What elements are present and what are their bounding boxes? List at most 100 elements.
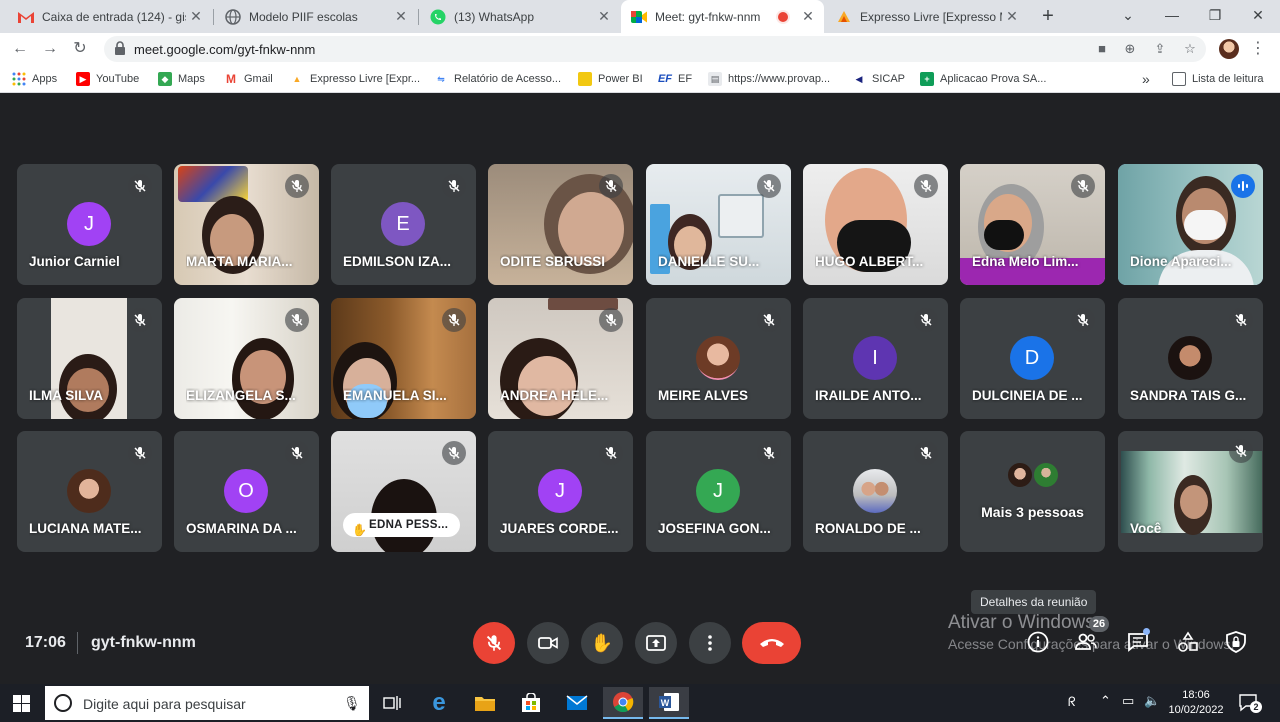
camera-toggle-button[interactable] — [527, 622, 569, 664]
zoom-icon[interactable]: ⊕ — [1120, 40, 1140, 58]
camera-icon[interactable]: ■ — [1092, 40, 1112, 58]
microphone-icon[interactable]: 🎙 — [343, 695, 361, 712]
bookmark-expresso[interactable]: ▲ Expresso Livre [Expr... — [290, 70, 421, 88]
close-icon[interactable]: ✕ — [1002, 8, 1022, 25]
mail-taskbar-button[interactable] — [557, 687, 597, 719]
tab-gmail[interactable]: Caixa de entrada (124) - gise ✕ — [8, 0, 212, 33]
participant-tile[interactable]: J Junior Carniel — [17, 164, 162, 285]
bookmark-aplicacao[interactable]: + Aplicacao Prova SA... — [920, 70, 1046, 88]
host-controls-button[interactable] — [1224, 630, 1248, 654]
reading-list-button[interactable]: Lista de leitura — [1172, 70, 1264, 88]
activities-button[interactable] — [1176, 630, 1200, 654]
back-arrow-icon[interactable]: ← — [8, 37, 32, 61]
avatar — [1168, 336, 1212, 380]
participant-tile[interactable]: RONALDO DE ... — [803, 431, 948, 552]
close-icon[interactable]: ✕ — [391, 8, 411, 25]
volume-icon[interactable]: 🔈 — [1144, 693, 1160, 709]
file-explorer-taskbar-button[interactable] — [465, 687, 505, 719]
windows-start-icon[interactable] — [13, 695, 30, 712]
tab-meet[interactable]: Meet: gyt-fnkw-nnm ✕ — [621, 0, 824, 33]
participant-tile[interactable]: O OSMARINA DA ... — [174, 431, 319, 552]
tab-title: (13) WhatsApp — [454, 9, 535, 24]
tab-modelo[interactable]: Modelo PIIF escolas ✕ — [215, 0, 417, 33]
participant-name: Junior Carniel — [29, 254, 120, 269]
participant-tile[interactable]: DANIELLE SU... — [646, 164, 791, 285]
reload-icon[interactable]: ↻ — [68, 37, 92, 61]
bookmark-relatorio[interactable]: ⇋ Relatório de Acesso... — [434, 70, 561, 88]
address-bar[interactable]: meet.google.com/gyt-fnkw-nnm ■ ⊕ ⇪ ☆ — [104, 36, 1206, 62]
tab-search-icon[interactable]: ⌄ — [1106, 0, 1150, 33]
tab-whatsapp[interactable]: (13) WhatsApp ✕ — [420, 0, 620, 33]
participant-tile[interactable]: HUGO ALBERT... — [803, 164, 948, 285]
participant-tile[interactable]: E EDMILSON IZA... — [331, 164, 476, 285]
participant-tile-speaking[interactable]: Dione Apareci... — [1118, 164, 1263, 285]
window-close-button[interactable]: ✕ — [1236, 0, 1280, 33]
shield-lock-icon — [1226, 631, 1246, 653]
more-bookmarks-button[interactable]: » — [1142, 70, 1150, 88]
people-tray-icon[interactable]: ᖇ — [1068, 694, 1076, 710]
more-people-tile[interactable]: Mais 3 pessoas — [960, 431, 1105, 552]
more-options-button[interactable] — [689, 622, 731, 664]
minimize-button[interactable]: — — [1150, 0, 1194, 33]
word-taskbar-button[interactable]: W — [649, 687, 689, 719]
mic-toggle-button[interactable] — [473, 622, 515, 664]
participant-tile[interactable]: ILMA SILVA — [17, 298, 162, 419]
maximize-button[interactable]: ❐ — [1193, 0, 1237, 33]
new-tab-button[interactable]: + — [1036, 4, 1060, 28]
self-tile[interactable]: Você — [1118, 431, 1263, 552]
participant-tile[interactable]: D DULCINEIA DE ... — [960, 298, 1105, 419]
participant-tile[interactable]: EMANUELA SI... — [331, 298, 476, 419]
bookmark-apps[interactable]: Apps — [12, 70, 57, 88]
bookmark-label: Power BI — [598, 73, 643, 85]
participant-tile[interactable]: I IRAILDE ANTO... — [803, 298, 948, 419]
participant-tile[interactable]: Edna Melo Lim... — [960, 164, 1105, 285]
participant-tile[interactable]: ODITE SBRUSSI — [488, 164, 633, 285]
taskbar-clock[interactable]: 18:06 10/02/2022 — [1168, 688, 1224, 718]
end-call-button[interactable] — [742, 622, 801, 664]
participant-tile[interactable]: J JOSEFINA GON... — [646, 431, 791, 552]
people-button[interactable] — [1074, 630, 1098, 654]
share-icon[interactable]: ⇪ — [1150, 40, 1170, 58]
people-icon — [1075, 633, 1097, 650]
bookmark-powerbi[interactable]: Power BI — [578, 70, 643, 88]
tab-expresso[interactable]: Expresso Livre [Expresso Mai ✕ — [826, 0, 1028, 33]
edge-taskbar-button[interactable]: e — [419, 687, 459, 719]
windows-search-box[interactable]: Digite aqui para pesquisar 🎙 — [45, 686, 369, 720]
bookmark-provap[interactable]: ▤ https://www.provap... — [708, 70, 830, 88]
chevron-up-icon[interactable]: ⌃ — [1100, 693, 1111, 709]
browser-menu-icon[interactable]: ⋮ — [1250, 37, 1266, 61]
sheets-icon: + — [920, 72, 934, 86]
bookmark-maps[interactable]: ◆ Maps — [158, 70, 205, 88]
network-icon[interactable]: ▭ — [1122, 693, 1134, 709]
store-taskbar-button[interactable] — [511, 687, 551, 719]
participant-tile[interactable]: LUCIANA MATE... — [17, 431, 162, 552]
bookmark-gmail[interactable]: M Gmail — [224, 70, 273, 88]
task-view-button[interactable] — [372, 687, 412, 719]
present-screen-button[interactable] — [635, 622, 677, 664]
avatar: I — [853, 336, 897, 380]
meeting-details-button[interactable] — [1026, 630, 1050, 654]
participant-tile[interactable]: ELIZANGELA S... — [174, 298, 319, 419]
bookmark-star-icon[interactable]: ☆ — [1180, 40, 1200, 58]
avatar — [67, 469, 111, 513]
raise-hand-button[interactable]: ✋ — [581, 622, 623, 664]
close-icon[interactable]: ✕ — [594, 8, 614, 25]
participant-tile[interactable]: ANDREA HELE... — [488, 298, 633, 419]
bookmark-ef[interactable]: EF EF — [658, 70, 692, 88]
close-icon[interactable]: ✕ — [798, 8, 818, 25]
notification-center-button[interactable]: 2 — [1238, 693, 1262, 713]
participant-tile[interactable]: MEIRE ALVES — [646, 298, 791, 419]
mail-icon — [566, 695, 588, 710]
raised-hand-icon: ✋ — [352, 523, 368, 537]
participant-tile[interactable]: ✋ EDNA PESS... — [331, 431, 476, 552]
close-icon[interactable]: ✕ — [186, 8, 206, 25]
participant-tile[interactable]: MARTA MARIA... — [174, 164, 319, 285]
chrome-taskbar-button[interactable] — [603, 687, 643, 719]
forward-arrow-icon[interactable]: → — [38, 37, 62, 61]
participant-tile[interactable]: SANDRA TAIS G... — [1118, 298, 1263, 419]
participant-tile[interactable]: J JUARES CORDE... — [488, 431, 633, 552]
participant-name: MEIRE ALVES — [658, 388, 749, 403]
profile-avatar[interactable] — [1219, 39, 1239, 59]
bookmark-youtube[interactable]: ▶ YouTube — [76, 70, 139, 88]
bookmark-sicap[interactable]: ◀ SICAP — [852, 70, 905, 88]
